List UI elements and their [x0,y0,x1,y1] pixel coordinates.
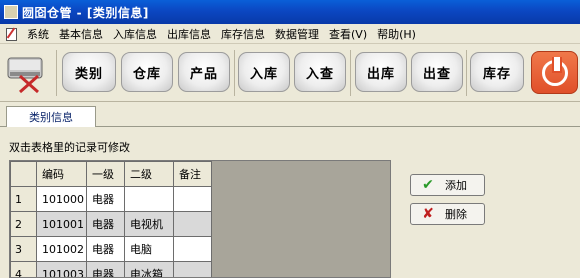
outbound-button[interactable]: 出库 [355,52,407,92]
add-button-label: 添加 [445,179,467,192]
row-index[interactable]: 3 [10,236,37,262]
edit-hint: 双击表格里的记录可修改 [9,141,130,154]
window-title: 囫囵仓管 - [类别信息] [22,5,149,20]
inbound-query-button[interactable]: 入查 [294,52,346,92]
menu-data-management[interactable]: 数据管理 [270,26,324,42]
category-grid[interactable]: 编码 一级 二级 备注 1 101000 电器 2 101001 电器 电视机 … [9,160,391,278]
hdd-icon[interactable] [6,52,46,94]
cell-level1[interactable]: 电器 [86,211,125,237]
exit-button[interactable] [531,51,578,94]
menu-stock-info[interactable]: 库存信息 [216,26,270,42]
cell-level2[interactable]: 电视机 [124,211,174,237]
category-button[interactable]: 类别 [62,52,116,92]
stock-button[interactable]: 库存 [470,52,524,92]
cell-note[interactable] [173,186,212,212]
menu-inbound-info[interactable]: 入库信息 [108,26,162,42]
row-index[interactable]: 4 [10,261,37,277]
cell-level1[interactable]: 电器 [86,261,125,277]
toolbar-separator [350,50,351,96]
cell-code[interactable]: 101002 [36,236,87,262]
column-header-level1[interactable]: 一级 [86,161,125,187]
column-header-code[interactable]: 编码 [36,161,87,187]
outbound-query-button[interactable]: 出查 [411,52,463,92]
menu-outbound-info[interactable]: 出库信息 [162,26,216,42]
cell-note[interactable] [173,236,212,262]
tab-strip: 类别信息 [0,103,580,127]
cell-code[interactable]: 101001 [36,211,87,237]
menu-system[interactable]: 系统 [22,26,54,42]
table-row[interactable]: 1 101000 电器 [10,186,212,212]
inbound-button[interactable]: 入库 [238,52,290,92]
category-table: 编码 一级 二级 备注 1 101000 电器 2 101001 电器 电视机 … [10,161,212,277]
delete-button[interactable]: ✘ 删除 [410,203,485,225]
table-row[interactable]: 3 101002 电器 电脑 [10,236,212,262]
row-header-corner [10,161,37,187]
power-icon [541,56,568,86]
warehouse-button[interactable]: 仓库 [121,52,173,92]
main-content: 双击表格里的记录可修改 编码 一级 二级 备注 1 101000 电器 2 10… [0,127,580,278]
table-row[interactable]: 4 101003 电器 电冰箱 [10,261,212,277]
cell-level2[interactable]: 电冰箱 [124,261,174,277]
app-icon [4,5,18,19]
product-button[interactable]: 产品 [178,52,230,92]
table-row[interactable]: 2 101001 电器 电视机 [10,211,212,237]
toolbar-separator [466,50,467,96]
cross-icon: ✘ [422,206,434,222]
cell-note[interactable] [173,261,212,277]
column-header-note[interactable]: 备注 [173,161,212,187]
menu-help[interactable]: 帮助(H) [372,26,421,42]
cell-code[interactable]: 101003 [36,261,87,277]
menu-basic-info[interactable]: 基本信息 [54,26,108,42]
cell-level2[interactable]: 电脑 [124,236,174,262]
menu-view[interactable]: 查看(V) [324,26,372,42]
check-icon: ✔ [422,177,434,193]
column-header-level2[interactable]: 二级 [124,161,174,187]
table-header-row: 编码 一级 二级 备注 [10,161,212,187]
row-index[interactable]: 1 [10,186,37,212]
cell-note[interactable] [173,211,212,237]
row-index[interactable]: 2 [10,211,37,237]
title-bar: 囫囵仓管 - [类别信息] [0,0,580,24]
cell-code[interactable]: 101000 [36,186,87,212]
cell-level1[interactable]: 电器 [86,236,125,262]
cell-level2[interactable] [124,186,174,212]
menu-bar: 系统 基本信息 入库信息 出库信息 库存信息 数据管理 查看(V) 帮助(H) [0,24,580,44]
toolbar-separator [56,50,57,96]
toolbar: 类别 仓库 产品 入库 入查 出库 出查 库存 [0,44,580,102]
toolbar-separator [234,50,235,96]
delete-button-label: 删除 [445,208,467,221]
document-icon[interactable] [4,27,18,41]
cell-level1[interactable]: 电器 [86,186,125,212]
add-button[interactable]: ✔ 添加 [410,174,485,196]
tab-category-info[interactable]: 类别信息 [6,106,96,127]
